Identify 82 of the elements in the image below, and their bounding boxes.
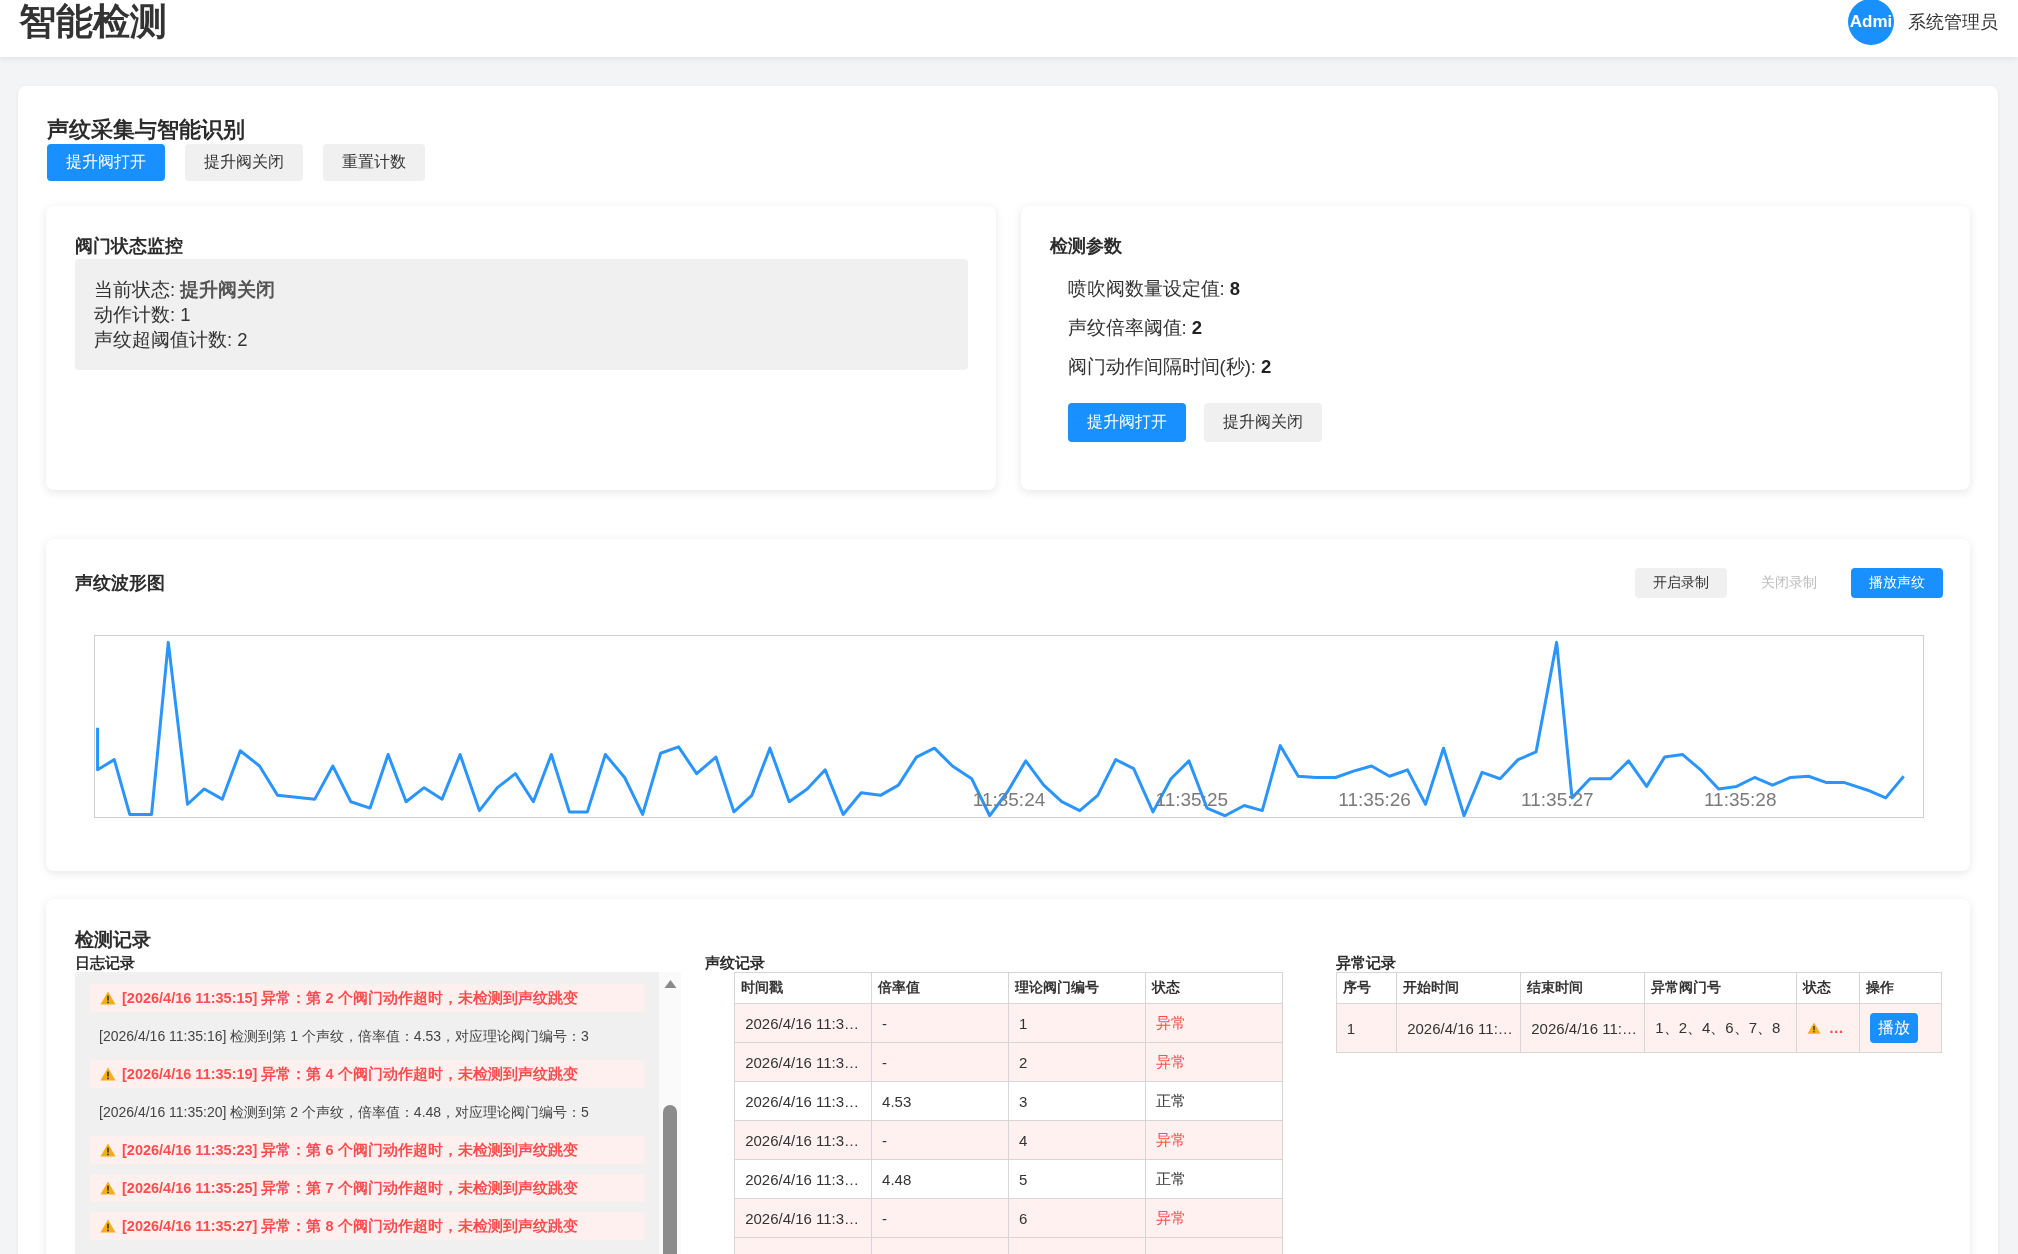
warning-icon bbox=[1806, 1021, 1821, 1034]
warning-icon bbox=[100, 1143, 116, 1157]
scroll-up-icon[interactable] bbox=[663, 980, 677, 989]
table-cell: - bbox=[871, 1198, 1009, 1238]
card-title: 检测参数 bbox=[1049, 235, 1123, 257]
subsection-title: 日志记录 bbox=[75, 953, 136, 972]
table-cell: 1 bbox=[1336, 1003, 1397, 1053]
table-cell: 2026/4/16 11:3… bbox=[734, 1120, 872, 1160]
record-control-button[interactable]: 播放声纹 bbox=[1851, 568, 1943, 598]
action-button[interactable]: 提升阀打开 bbox=[1067, 403, 1186, 442]
status-line: 声纹超阈值计数: 2 bbox=[94, 328, 249, 352]
table-cell: 2026/4/16 11:… bbox=[1520, 1003, 1645, 1053]
card-title: 声纹波形图 bbox=[75, 572, 165, 594]
page-title: 智能检测 bbox=[19, 0, 167, 44]
log-text: [2026/4/16 11:35:16] 检测到第 1 个声纹，倍率值：4.53，对应理论阀门编号：3 bbox=[99, 1027, 589, 1045]
table-cell: 3 bbox=[1008, 1081, 1146, 1121]
table-cell: 4 bbox=[1008, 1120, 1146, 1160]
log-text: [2026/4/16 11:35:15] 异常：第 2 个阀门动作超时，未检测到声纹跳变 bbox=[122, 989, 578, 1007]
card-title: 检测记录 bbox=[75, 929, 152, 951]
log-text: [2026/4/16 11:35:27] 异常：第 8 个阀门动作超时，未检测到声纹跳变 bbox=[122, 1217, 578, 1235]
user-avatar[interactable]: Admi bbox=[1848, 0, 1894, 45]
table-cell: - bbox=[871, 1003, 1009, 1043]
action-button[interactable]: 提升阀关闭 bbox=[1203, 403, 1322, 442]
log-text: [2026/4/16 11:35:20] 检测到第 2 个声纹，倍率值：4.48，对应理论阀门编号：5 bbox=[99, 1103, 589, 1121]
table-cell: 2026/4/16 11:… bbox=[1396, 1003, 1521, 1053]
table-cell: 正常 bbox=[1145, 1081, 1283, 1121]
action-button[interactable]: 重置计数 bbox=[323, 144, 425, 181]
column-header: 开始时间 bbox=[1396, 972, 1521, 1004]
column-header: 结束时间 bbox=[1520, 972, 1645, 1004]
table-cell: - bbox=[871, 1120, 1009, 1160]
table-cell: 2026/4/16 11:3… bbox=[734, 1003, 872, 1043]
warning-icon bbox=[100, 1181, 116, 1195]
scrollbar-thumb[interactable] bbox=[663, 1105, 678, 1254]
table-cell: 异常 bbox=[1145, 1120, 1283, 1160]
record-control-button[interactable]: 开启录制 bbox=[1635, 568, 1727, 598]
table-cell: 4.53 bbox=[871, 1081, 1009, 1121]
parameter-line: 喷吹阀数量设定值: 8 bbox=[1067, 277, 1242, 301]
table-cell: 2026/4/16 11:3… bbox=[734, 1159, 872, 1199]
column-header: 状态 bbox=[1796, 972, 1860, 1004]
section-title: 声纹采集与智能识别 bbox=[47, 117, 246, 143]
column-header: 状态 bbox=[1145, 972, 1283, 1004]
table-cell: 1 bbox=[1008, 1003, 1146, 1043]
log-text: [2026/4/16 11:35:23] 异常：第 6 个阀门动作超时，未检测到声纹跳变 bbox=[122, 1141, 578, 1159]
status-line: 动作计数: 1 bbox=[94, 303, 192, 327]
table-cell: 1、2、4、6、7、8 bbox=[1644, 1003, 1797, 1053]
parameter-line: 声纹倍率阈值: 2 bbox=[1067, 316, 1204, 340]
column-header: 理论阀门编号 bbox=[1008, 972, 1146, 1004]
table-cell: 异常 bbox=[1145, 1198, 1283, 1238]
parameter-line: 阀门动作间隔时间(秒): 2 bbox=[1067, 355, 1273, 379]
subsection-title: 声纹记录 bbox=[705, 953, 767, 972]
status-line: 当前状态: 提升阀关闭 bbox=[94, 278, 277, 302]
status-text: … bbox=[1828, 1019, 1844, 1037]
warning-icon bbox=[100, 991, 116, 1005]
warning-icon bbox=[100, 1219, 116, 1233]
play-button[interactable]: 播放 bbox=[1870, 1013, 1919, 1043]
table-cell: - bbox=[871, 1042, 1009, 1082]
column-header: 异常阀门号 bbox=[1644, 972, 1797, 1004]
action-button[interactable]: 提升阀打开 bbox=[47, 144, 165, 181]
table-cell: 2026/4/16 11:3… bbox=[734, 1042, 872, 1082]
table-cell: 正常 bbox=[1145, 1159, 1283, 1199]
card-title: 阀门状态监控 bbox=[75, 235, 184, 257]
time-label: 11:35:26 bbox=[1338, 789, 1411, 811]
time-label: 11:35:27 bbox=[1521, 789, 1594, 811]
table-cell: 异常 bbox=[1145, 1042, 1283, 1082]
table-cell: 2026/4/16 11:3… bbox=[734, 1198, 872, 1238]
log-text: [2026/4/16 11:35:25] 异常：第 7 个阀门动作超时，未检测到声纹跳变 bbox=[122, 1179, 578, 1197]
table-cell: 5 bbox=[1008, 1159, 1146, 1199]
column-header: 序号 bbox=[1336, 972, 1397, 1004]
column-header: 时间戳 bbox=[734, 972, 872, 1004]
column-header: 操作 bbox=[1859, 972, 1942, 1004]
subsection-title: 异常记录 bbox=[1335, 953, 1397, 972]
user-name[interactable]: 系统管理员 bbox=[1908, 10, 1998, 34]
warning-icon bbox=[100, 1067, 116, 1081]
table-cell: 2 bbox=[1008, 1042, 1146, 1082]
action-button[interactable]: 提升阀关闭 bbox=[185, 144, 303, 181]
table-cell: 4.48 bbox=[871, 1159, 1009, 1199]
table-cell: 2026/4/16 11:3… bbox=[734, 1081, 872, 1121]
table-cell: 异常 bbox=[1145, 1003, 1283, 1043]
log-text: [2026/4/16 11:35:19] 异常：第 4 个阀门动作超时，未检测到声纹跳变 bbox=[122, 1065, 578, 1083]
table-cell: 6 bbox=[1008, 1198, 1146, 1238]
column-header: 倍率值 bbox=[871, 972, 1009, 1004]
time-label: 11:35:28 bbox=[1703, 789, 1777, 811]
